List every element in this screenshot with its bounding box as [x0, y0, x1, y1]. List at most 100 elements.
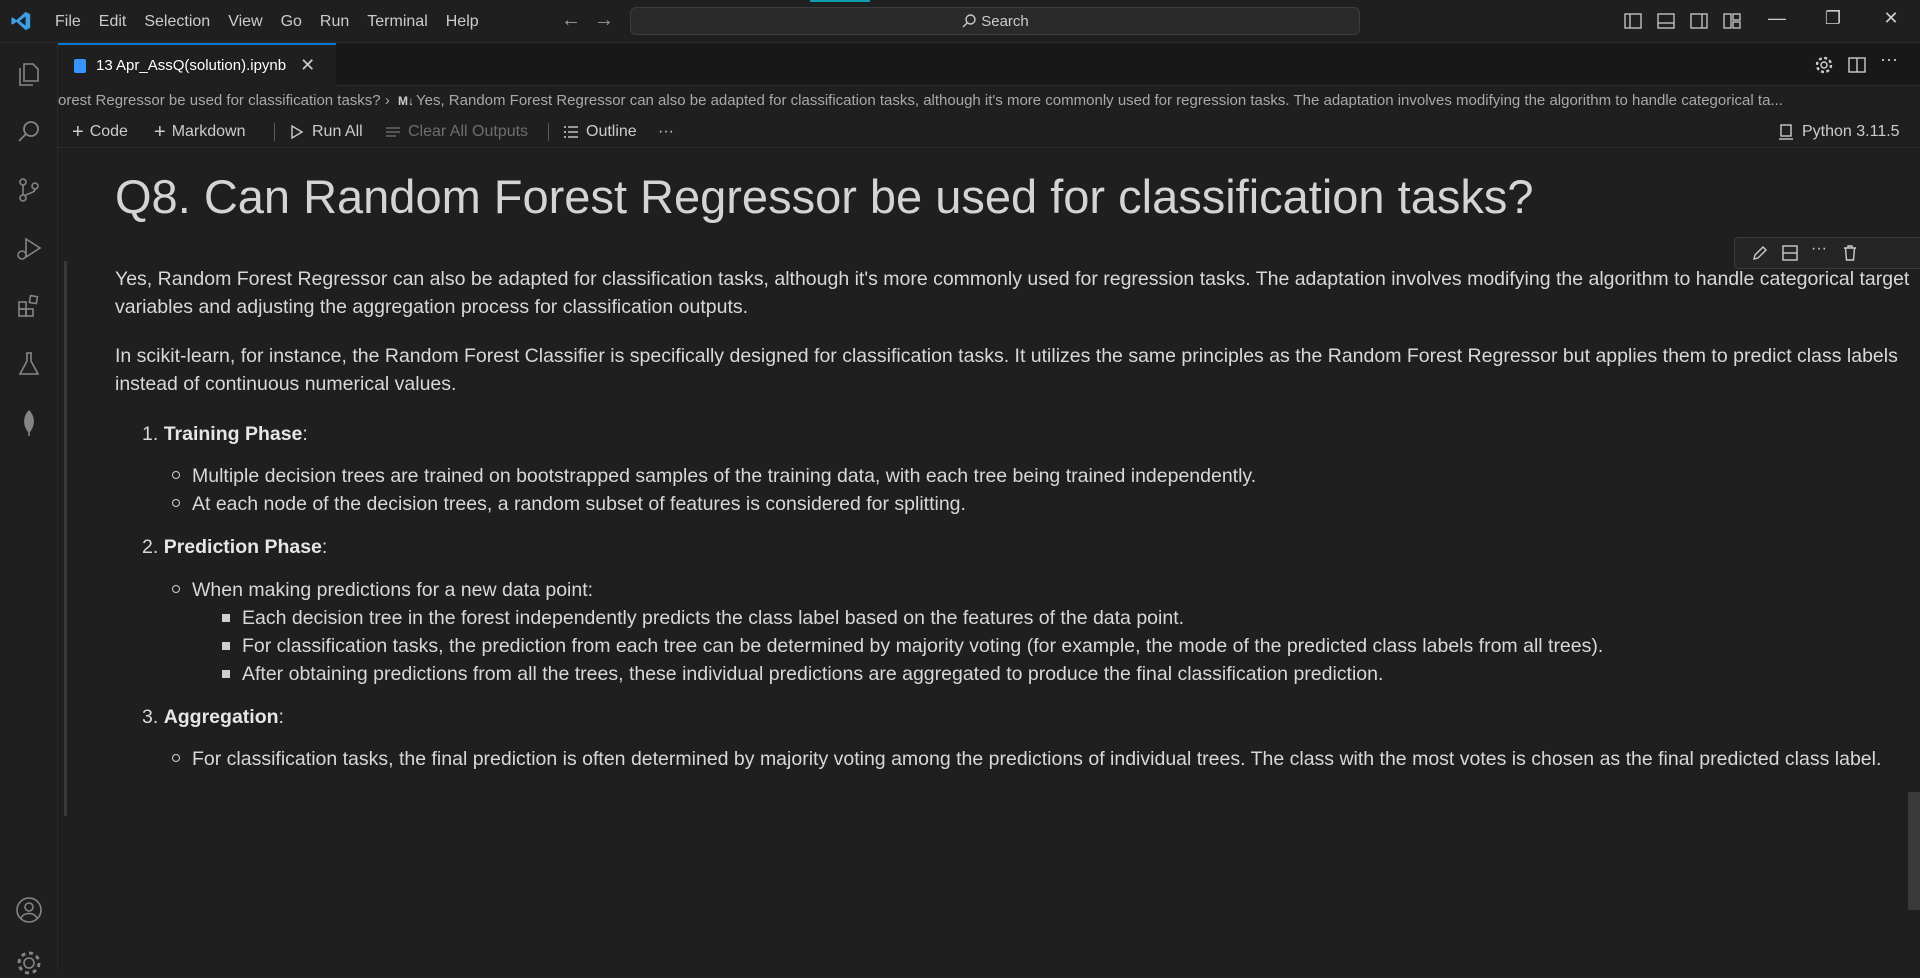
run-and-debug-icon[interactable]	[14, 233, 44, 263]
toggle-secondary-sidebar-icon[interactable]	[1689, 11, 1709, 31]
add-code-cell-button[interactable]: + Code	[72, 116, 128, 148]
menu-file[interactable]: File	[46, 0, 90, 43]
menu-run[interactable]: Run	[311, 0, 358, 43]
split-editor-icon[interactable]	[1847, 55, 1867, 75]
activity-bar	[0, 43, 58, 975]
source-control-icon[interactable]	[14, 175, 44, 205]
menu-view[interactable]: View	[219, 0, 271, 43]
step-title: Aggregation	[163, 706, 279, 728]
tab-notebook[interactable]: 13 Apr_AssQ(solution).ipynb ✕	[58, 43, 336, 86]
toolbar-divider	[274, 123, 275, 141]
split-cell-icon[interactable]	[1781, 244, 1799, 262]
list-item-step-1: 1. Training Phase:	[142, 423, 308, 445]
list-item: Multiple decision trees are trained on b…	[172, 462, 1257, 490]
title-bar: File Edit Selection View Go Run Terminal…	[0, 0, 1920, 43]
paragraph-2: In scikit-learn, for instance, the Rando…	[115, 345, 1898, 395]
square-bullet-icon	[222, 670, 230, 678]
toolbar-divider	[548, 123, 549, 141]
kernel-label: Python 3.11.5	[1802, 123, 1900, 140]
breadcrumb-separator-icon: ›	[384, 92, 394, 109]
list-item-text: Multiple decision trees are trained on b…	[192, 465, 1257, 487]
sub-list-item: Each decision tree in the forest indepen…	[222, 604, 1185, 632]
menu-selection[interactable]: Selection	[135, 0, 219, 43]
more-actions-icon[interactable]: ···	[1880, 49, 1900, 69]
cell-focus-indicator	[64, 261, 67, 816]
list-item-text: At each node of the decision trees, a ra…	[192, 493, 966, 515]
toolbar-more-button[interactable]: ···	[658, 116, 674, 148]
kernel-icon	[1779, 124, 1793, 140]
step-title: Training Phase	[163, 423, 303, 445]
manage-gear-icon[interactable]	[14, 948, 44, 978]
tab-title: 13 Apr_AssQ(solution).ipynb	[96, 57, 287, 74]
notebook-editor: ··· Q8. Can Random Forest Regressor be u…	[58, 149, 1920, 970]
add-markdown-cell-button[interactable]: + Markdown	[154, 116, 246, 148]
square-bullet-icon	[222, 642, 230, 650]
clear-all-outputs-button[interactable]: Clear All Outputs	[384, 116, 528, 148]
search-view-icon[interactable]	[14, 117, 44, 147]
list-item: At each node of the decision trees, a ra…	[172, 490, 966, 518]
menu-help[interactable]: Help	[437, 0, 488, 43]
search-label: Search	[981, 12, 1029, 30]
customize-layout-icon[interactable]	[1722, 11, 1742, 31]
hollow-bullet-icon	[172, 585, 180, 593]
mongodb-leaf-icon[interactable]	[14, 407, 44, 437]
breadcrumb: orest Regressor be used for classificati…	[58, 87, 1920, 115]
list-item-text: When making predictions for a new data p…	[192, 579, 594, 601]
menu-go[interactable]: Go	[272, 0, 311, 43]
menu-terminal[interactable]: Terminal	[358, 0, 436, 43]
run-all-icon	[291, 124, 304, 140]
outline-list-icon	[564, 126, 578, 138]
breadcrumb-paragraph[interactable]: Yes, Random Forest Regressor can also be…	[416, 92, 1783, 109]
list-item: When making predictions for a new data p…	[172, 576, 594, 604]
minimize-icon[interactable]: —	[1762, 8, 1792, 29]
toggle-primary-sidebar-icon[interactable]	[1623, 11, 1643, 31]
accounts-icon[interactable]	[14, 895, 44, 925]
sub-list-item: For classification tasks, the prediction…	[222, 632, 1604, 660]
hollow-bullet-icon	[172, 499, 180, 507]
forward-arrow-icon[interactable]: →	[594, 9, 614, 32]
testing-flask-icon[interactable]	[14, 349, 44, 379]
paragraph-1: Yes, Random Forest Regressor can also be…	[115, 268, 1910, 318]
kernel-picker[interactable]: Python 3.11.5	[1778, 116, 1900, 148]
square-bullet-icon	[222, 614, 230, 622]
list-item-text: For classification tasks, the final pred…	[192, 748, 1882, 770]
step-number: 1.	[142, 423, 159, 445]
clear-all-outputs-label: Clear All Outputs	[408, 123, 529, 140]
step-title: Prediction Phase	[163, 536, 322, 558]
breadcrumb-heading[interactable]: orest Regressor be used for classificati…	[58, 92, 381, 109]
step-number: 2.	[142, 536, 159, 558]
run-all-button[interactable]: Run All	[288, 116, 363, 148]
step-number: 3.	[142, 706, 159, 728]
explorer-icon[interactable]	[14, 59, 44, 89]
close-window-icon[interactable]: ✕	[1876, 8, 1906, 29]
notebook-file-icon	[74, 58, 86, 73]
run-all-label: Run All	[312, 123, 363, 140]
search-icon	[962, 14, 976, 28]
menu-edit[interactable]: Edit	[90, 0, 136, 43]
notebook-toolbar: + Code + Markdown Run All Clear All Outp…	[58, 116, 1920, 148]
scrollbar-thumb[interactable]	[1908, 792, 1920, 910]
list-item-text: Each decision tree in the forest indepen…	[242, 607, 1185, 629]
command-center-search[interactable]: Search	[630, 7, 1360, 35]
back-arrow-icon[interactable]: ←	[561, 9, 581, 32]
list-item-text: After obtaining predictions from all the…	[242, 663, 1384, 685]
sub-list-item: After obtaining predictions from all the…	[222, 660, 1384, 688]
notebook-settings-gear-icon[interactable]	[1814, 55, 1834, 75]
cell-more-actions-icon[interactable]: ···	[1811, 240, 1829, 258]
list-item-step-3: 3. Aggregation:	[142, 706, 284, 728]
edit-cell-pencil-icon[interactable]	[1751, 244, 1769, 262]
menu-bar: File Edit Selection View Go Run Terminal…	[46, 0, 488, 43]
markdown-label: Markdown	[171, 123, 246, 140]
title-accent-indicator	[810, 0, 870, 2]
outline-button[interactable]: Outline	[562, 116, 637, 148]
list-item: For classification tasks, the final pred…	[172, 745, 1892, 773]
toggle-panel-icon[interactable]	[1656, 11, 1676, 31]
editor-tab-bar: 13 Apr_AssQ(solution).ipynb ✕ ···	[58, 43, 1920, 86]
extensions-icon[interactable]	[14, 291, 44, 321]
delete-cell-trash-icon[interactable]	[1841, 244, 1859, 262]
close-tab-icon[interactable]: ✕	[300, 55, 315, 76]
clear-all-outputs-icon	[386, 127, 400, 137]
restore-icon[interactable]: ❐	[1818, 8, 1848, 29]
vscode-logo-icon	[11, 11, 31, 31]
list-item-text: For classification tasks, the prediction…	[242, 635, 1604, 657]
